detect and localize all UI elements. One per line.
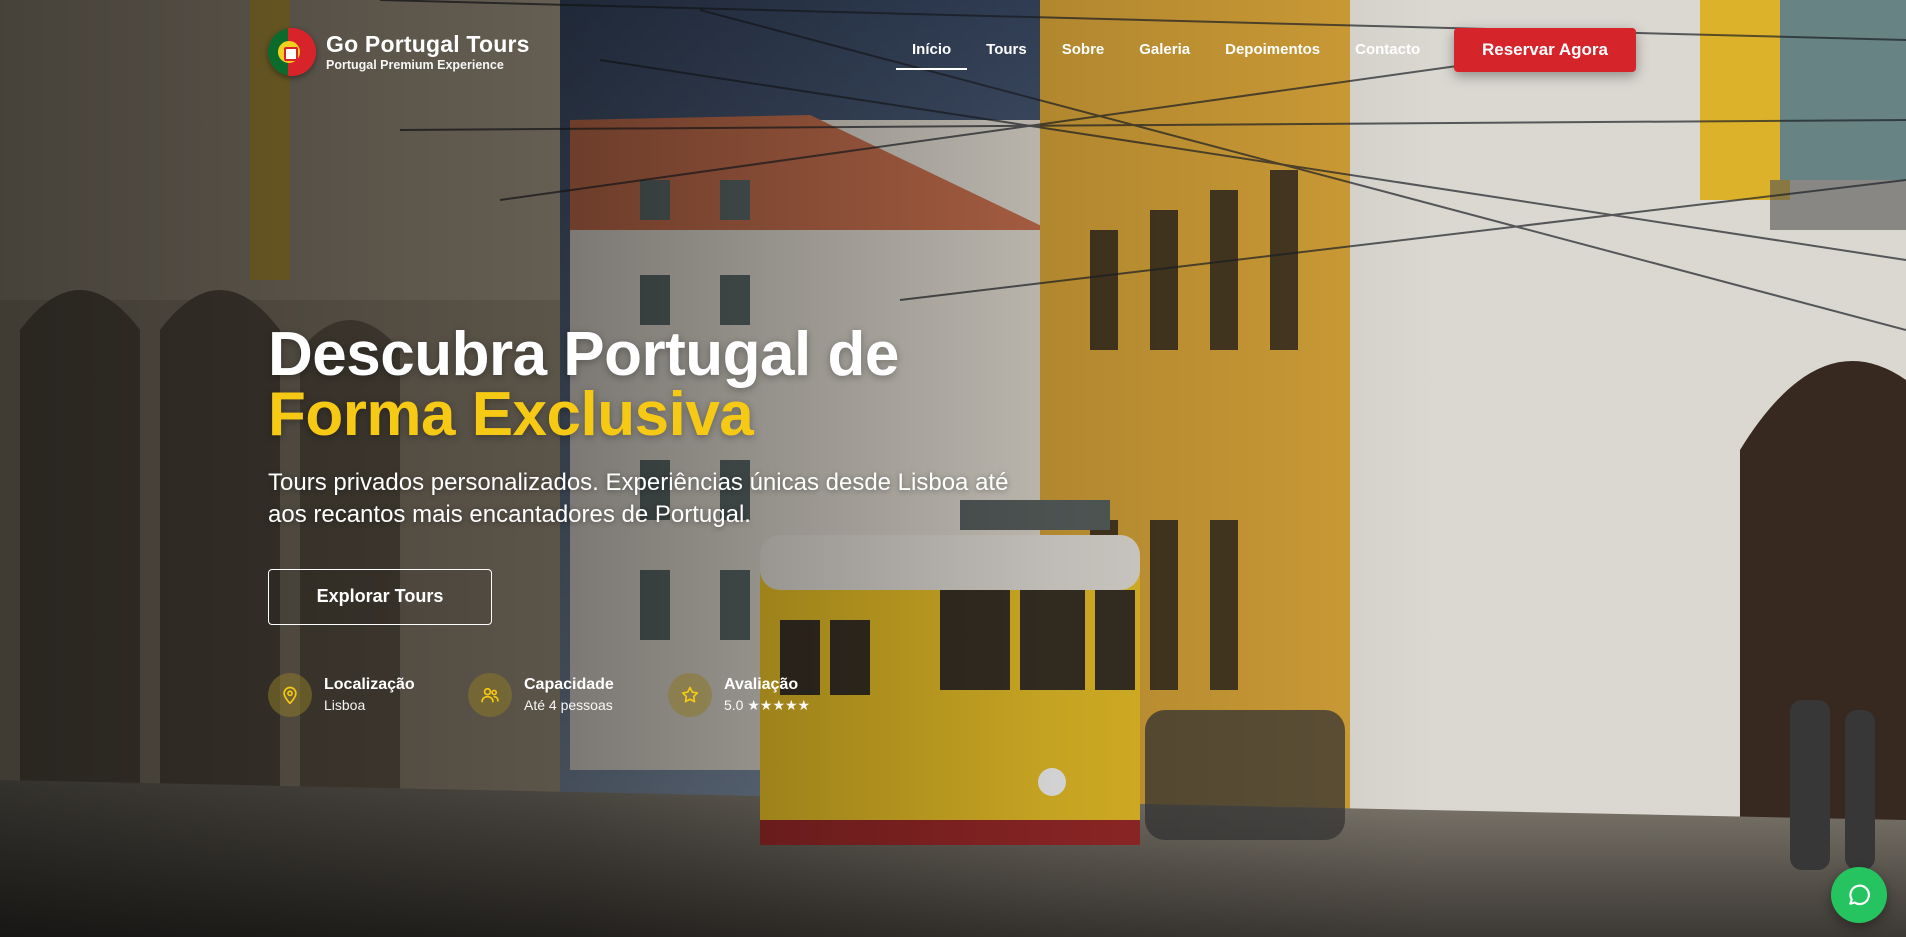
nav-galeria[interactable]: Galeria — [1139, 38, 1190, 68]
feature-capacity: Capacidade Até 4 pessoas — [468, 673, 668, 717]
nav-depoimentos[interactable]: Depoimentos — [1225, 38, 1320, 68]
portugal-flag-icon — [268, 28, 316, 76]
feature-location: Localização Lisboa — [268, 673, 468, 717]
nav-contacto[interactable]: Contacto — [1355, 38, 1420, 68]
feature-title: Avaliação — [724, 676, 799, 693]
hero-title: Descubra Portugal de Forma Exclusiva — [268, 324, 1068, 449]
hero-subtitle: Tours privados personalizados. Experiênc… — [268, 469, 1009, 528]
nav-tours[interactable]: Tours — [986, 38, 1027, 68]
feature-value: Até 4 pessoas — [524, 697, 613, 713]
feature-title: Capacidade — [524, 676, 614, 693]
main-nav: Início Tours Sobre Galeria Depoimentos C… — [895, 38, 1455, 70]
brand-name: Go Portugal Tours — [326, 31, 530, 57]
explore-tours-button[interactable]: Explorar Tours — [268, 569, 492, 625]
hero-section: Descubra Portugal de Forma Exclusiva Tou… — [268, 324, 1068, 625]
feature-rating: Avaliação 5.0 ★★★★★ — [668, 673, 868, 717]
location-pin-icon — [268, 673, 312, 717]
hero-title-accent: Forma Exclusiva — [268, 380, 754, 449]
nav-sobre[interactable]: Sobre — [1062, 38, 1105, 68]
hero-title-line1: Descubra Portugal de — [268, 320, 899, 389]
brand-tagline: Portugal Premium Experience — [326, 58, 504, 72]
brand-logo[interactable]: Go Portugal Tours Portugal Premium Exper… — [268, 28, 530, 76]
users-icon — [468, 673, 512, 717]
star-icon — [668, 673, 712, 717]
whatsapp-chat-button[interactable] — [1831, 867, 1887, 923]
hero-features: Localização Lisboa Capacidade Até 4 pess… — [268, 673, 868, 717]
feature-value: 5.0 ★★★★★ — [724, 697, 811, 713]
whatsapp-chat-icon — [1849, 884, 1870, 906]
feature-value: Lisboa — [324, 697, 366, 713]
nav-inicio[interactable]: Início — [895, 38, 968, 70]
site-header: Go Portugal Tours Portugal Premium Exper… — [0, 0, 1906, 100]
feature-title: Localização — [324, 676, 415, 693]
book-now-button[interactable]: Reservar Agora — [1454, 28, 1636, 72]
